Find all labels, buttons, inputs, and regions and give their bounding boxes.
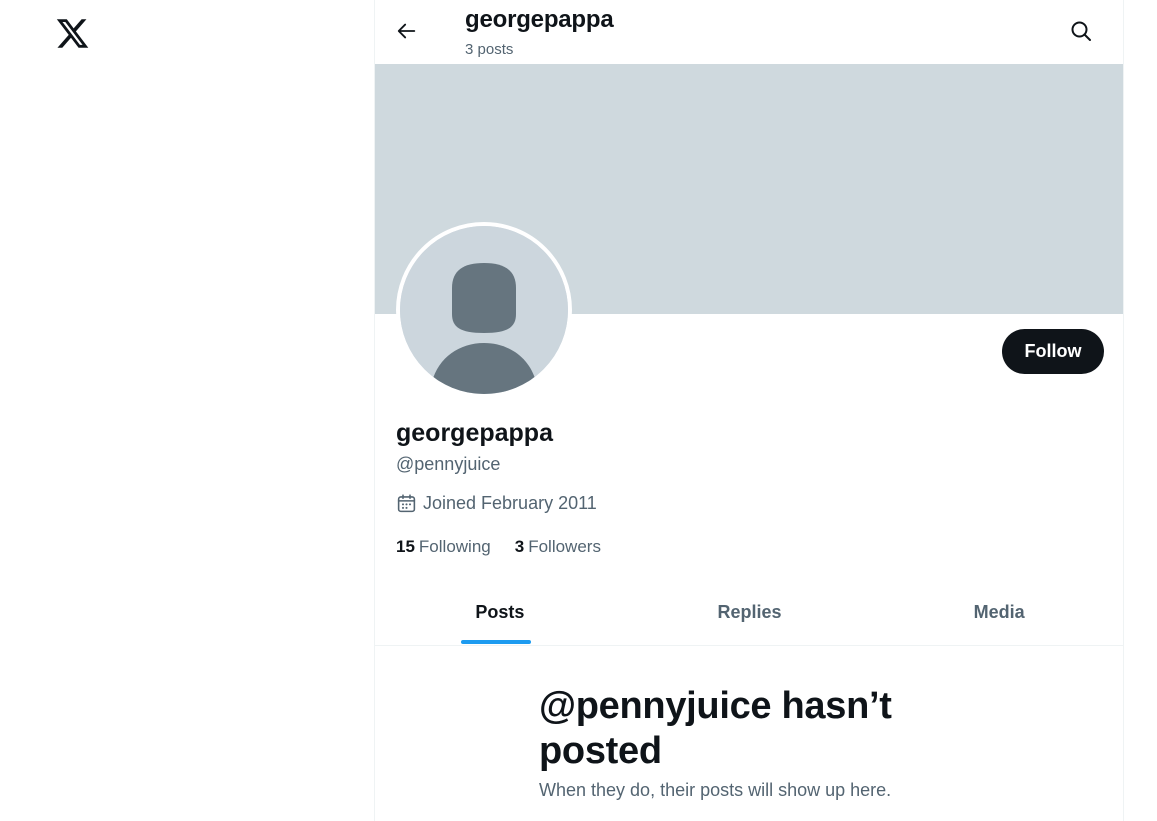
x-logo-icon[interactable] <box>55 16 90 51</box>
empty-state-title: @pennyjuice hasn’t posted <box>539 685 892 772</box>
header-post-count: 3 posts <box>465 41 514 58</box>
default-avatar-icon <box>400 226 568 394</box>
header-profile-name: georgepappa <box>465 6 614 33</box>
left-sidebar <box>0 0 374 821</box>
calendar-icon <box>397 494 416 513</box>
following-count: 15 <box>396 537 415 556</box>
follow-stats: 15 Following 3 Followers <box>396 537 601 557</box>
tab-replies[interactable]: Replies <box>625 580 875 645</box>
back-button[interactable] <box>389 13 425 49</box>
tab-posts[interactable]: Posts <box>375 580 625 645</box>
empty-state: @pennyjuice hasn’t posted When they do, … <box>539 684 979 801</box>
tab-replies-label: Replies <box>717 602 782 622</box>
avatar[interactable] <box>396 222 572 398</box>
search-icon <box>1071 21 1091 41</box>
active-tab-indicator <box>461 640 531 644</box>
following-link[interactable]: 15 Following <box>396 537 491 557</box>
join-date-text: Joined February 2011 <box>423 493 597 513</box>
followers-label: Followers <box>528 537 601 556</box>
tab-media-label: Media <box>973 602 1025 622</box>
profile-column: georgepappa 3 posts Follow georgepappa @… <box>374 0 1124 821</box>
join-date: Joined February 2011 <box>396 493 597 514</box>
profile-display-name: georgepappa <box>396 419 553 447</box>
search-button[interactable] <box>1063 13 1099 49</box>
tab-media[interactable]: Media <box>874 580 1123 645</box>
profile-header-bar: georgepappa 3 posts <box>375 0 1123 64</box>
tab-posts-label: Posts <box>475 602 525 622</box>
empty-state-subtitle: When they do, their posts will show up h… <box>539 780 892 800</box>
arrow-left-icon <box>397 23 416 39</box>
profile-handle: @pennyjuice <box>396 454 501 474</box>
following-label: Following <box>418 537 491 556</box>
follow-button[interactable]: Follow <box>1002 329 1104 374</box>
followers-link[interactable]: 3 Followers <box>515 537 601 557</box>
profile-tabs: Posts Replies Media <box>375 580 1123 646</box>
followers-count: 3 <box>514 537 525 556</box>
